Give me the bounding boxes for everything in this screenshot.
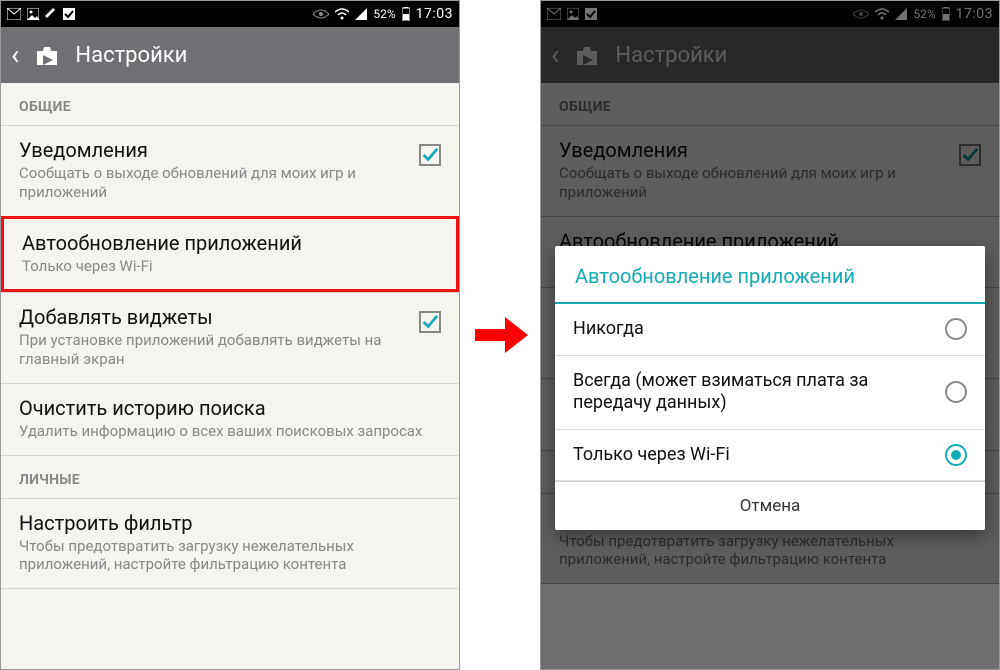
arrow-right [470,0,530,670]
dialog-title: Автообновление приложений [555,246,985,304]
option-label: Всегда (может взиматься плата за передач… [573,370,933,415]
statusbar-left [7,8,75,20]
wifi-icon [335,8,349,20]
row-subtitle: Только через Wi-Fi [22,257,438,276]
play-store-icon [33,41,61,69]
cancel-button[interactable]: Отмена [555,481,985,530]
option-always[interactable]: Всегда (может взиматься плата за передач… [555,356,985,430]
option-wifi[interactable]: Только через Wi-Fi [555,430,985,482]
mail-icon [7,8,21,20]
row-clear-history[interactable]: Очистить историю поиска Удалить информац… [1,383,459,455]
statusbar: 52% 17:03 [1,1,459,27]
battery-icon [402,7,410,21]
pencil-icon [45,8,57,20]
autoupdate-dialog: Автообновление приложений Никогда Всегда… [555,246,985,530]
row-filter[interactable]: Настроить фильтр Чтобы предотвратить заг… [1,498,459,590]
back-icon[interactable]: ‹ [11,41,19,69]
option-label: Никогда [573,318,933,341]
row-widgets[interactable]: Добавлять виджеты При установке приложен… [1,292,459,383]
signal-icon [355,8,367,20]
section-personal: ЛИЧНЫЕ [1,455,459,498]
page-title: Настройки [75,43,187,68]
row-title: Автообновление приложений [22,231,438,255]
checkbox-icon [63,8,75,20]
option-label: Только через Wi-Fi [573,444,933,467]
settings-content: ОБЩИЕ Уведомления Сообщать о выходе обно… [1,83,459,589]
row-title: Уведомления [19,138,409,162]
row-subtitle: Сообщать о выходе обновлений для моих иг… [19,164,409,202]
picture-icon [27,8,39,20]
radio-wifi[interactable] [945,444,967,466]
row-title: Очистить историю поиска [19,396,441,420]
row-notifications[interactable]: Уведомления Сообщать о выходе обновлений… [1,125,459,216]
phone-left: 52% 17:03 ‹ Настройки ОБЩИЕ Уведомления … [0,0,460,670]
row-subtitle: При установке приложений добавлять видже… [19,331,409,369]
checkbox-notifications[interactable] [419,144,441,166]
battery-percent: 52% [373,7,395,21]
row-subtitle: Чтобы предотвратить загрузку нежелательн… [19,537,441,575]
phone-right: 52% 17:03 ‹ Настройки ОБЩИЕ Уведомления … [540,0,1000,670]
modal-overlay[interactable]: Автообновление приложений Никогда Всегда… [541,1,999,669]
option-never[interactable]: Никогда [555,304,985,356]
clock: 17:03 [416,6,453,22]
checkbox-widgets[interactable] [419,311,441,333]
row-autoupdate[interactable]: Автообновление приложений Только через W… [1,216,459,293]
row-title: Добавлять виджеты [19,305,409,329]
appbar: ‹ Настройки [1,27,459,83]
statusbar-right: 52% 17:03 [313,6,453,22]
radio-never[interactable] [945,318,967,340]
row-subtitle: Удалить информацию о всех ваших поисковы… [19,422,441,441]
radio-always[interactable] [945,381,967,403]
row-title: Настроить фильтр [19,511,441,535]
eye-icon [313,9,329,19]
section-general: ОБЩИЕ [1,83,459,125]
